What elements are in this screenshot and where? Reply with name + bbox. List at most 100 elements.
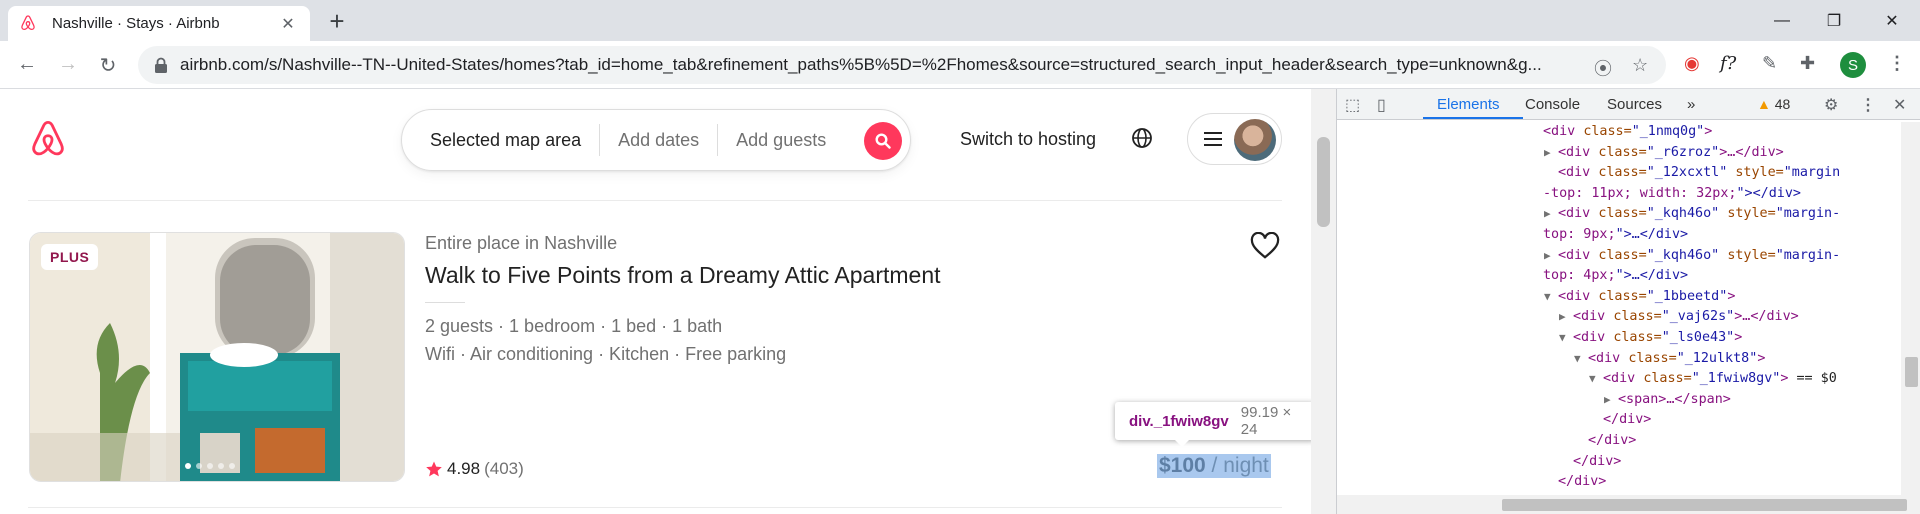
tab-close-icon[interactable]: ✕ [278, 14, 298, 34]
dom-node-text: <div class="_kqh46o" style="margin- [1558, 206, 1841, 222]
search-dates[interactable]: Add dates [600, 130, 717, 151]
dom-node-text: <div class="_1bbeetd"> [1558, 288, 1736, 304]
globe-icon[interactable] [1131, 127, 1153, 154]
search-location[interactable]: Selected map area [402, 130, 599, 151]
dom-node-text: <div class="_1nmq0g"> [1543, 124, 1713, 139]
extensions-puzzle-icon[interactable]: ✚ [1800, 53, 1815, 74]
listing-rating: 4.98 (403) [425, 459, 524, 479]
device-toolbar-icon[interactable]: ▯ [1377, 95, 1386, 115]
dom-node-text: </div> [1558, 474, 1607, 490]
listing-subtitle: Entire place in Nashville [425, 233, 618, 253]
expand-toggle-icon[interactable]: ▶ [1604, 390, 1611, 411]
bookmark-star-icon[interactable]: ☆ [1632, 55, 1648, 76]
dom-node-text: </div> [1603, 412, 1652, 428]
expand-toggle-icon[interactable]: ▼ [1574, 349, 1581, 370]
expand-toggle-icon[interactable]: ▶ [1544, 204, 1551, 225]
extension-color-icon[interactable]: ◉ [1684, 53, 1700, 74]
warning-count: 48 [1774, 96, 1791, 112]
expand-toggle-icon[interactable]: ▶ [1544, 246, 1551, 267]
page-scrollbar[interactable] [1311, 89, 1336, 514]
airbnb-favicon-icon [20, 15, 38, 33]
dom-node-text: <div class="_ls0e43"> [1573, 330, 1743, 345]
dom-node-text: </div> [1573, 453, 1622, 469]
airbnb-page: Selected map area Add dates Add guests S… [0, 89, 1315, 514]
dom-node-text: <div class="_1fwiw8gv"> == $0 [1603, 371, 1837, 387]
tooltip-tag: div._1fwiw8gv [1129, 412, 1229, 430]
inspect-element-icon[interactable]: ⬚ [1345, 95, 1360, 115]
divider [28, 507, 1282, 508]
plus-badge: PLUS [41, 244, 99, 270]
price: $100 / night [1157, 454, 1271, 478]
listing-title[interactable]: Walk to Five Points from a Dreamy Attic … [425, 262, 941, 289]
expand-toggle-icon[interactable]: ▼ [1544, 287, 1551, 308]
devtools-hscroll[interactable] [1337, 495, 1920, 514]
devtools-tabbar: ⬚ ▯ Elements Console Sources » ▲ 48 ⚙ ⋮ … [1337, 89, 1920, 120]
profile-avatar[interactable]: S [1840, 52, 1866, 78]
inspect-tooltip: div._1fwiw8gv 99.19 × 24 [1115, 402, 1315, 447]
dom-node-text: <span>…</span> [1618, 391, 1731, 407]
settings-gear-icon[interactable]: ⚙ [1824, 95, 1838, 115]
switch-to-hosting-link[interactable]: Switch to hosting [960, 129, 1096, 150]
airbnb-logo-icon[interactable] [28, 120, 68, 165]
warning-icon: ▲ [1757, 96, 1771, 112]
carousel-dots[interactable] [185, 463, 235, 469]
listing-photo[interactable]: PLUS [29, 232, 405, 482]
dom-node-text: top: 9px;">…</div> [1543, 227, 1689, 242]
more-tabs-icon[interactable]: » [1687, 96, 1695, 113]
tab-sources[interactable]: Sources [1607, 96, 1662, 113]
dom-node-text: <div class="_r6zroz">…</div> [1558, 144, 1784, 160]
devtools-menu-icon[interactable]: ⋮ [1860, 95, 1876, 115]
devtools-close-icon[interactable]: ✕ [1893, 95, 1906, 115]
browser-tab[interactable]: Nashville · Stays · Airbnb ✕ [8, 6, 310, 41]
lock-icon [155, 57, 167, 73]
dom-node-text: <div class="_12xcxtl" style="margin [1558, 165, 1841, 181]
listing-amenities: Wifi · Air conditioning · Kitchen · Free… [425, 344, 787, 364]
search-icon [875, 133, 891, 149]
restore-icon[interactable]: ❐ [1808, 0, 1860, 41]
expand-toggle-icon[interactable]: ▼ [1559, 328, 1566, 349]
menu-icon [1204, 132, 1222, 146]
star-icon [426, 461, 442, 477]
reload-icon[interactable]: ↻ [95, 53, 121, 78]
divider [425, 302, 465, 303]
chrome-menu-icon[interactable]: ⋮ [1888, 53, 1906, 74]
site-header: Selected map area Add dates Add guests S… [0, 89, 1315, 189]
tab-title: Nashville · Stays · Airbnb [52, 15, 220, 32]
user-menu-button[interactable] [1187, 113, 1282, 165]
rating-value: 4.98 [447, 459, 481, 478]
dom-tree[interactable]: <div class="_1nmq0g"> ▶ <div class="_r6zro… [1337, 122, 1920, 492]
save-heart-icon[interactable] [1250, 231, 1280, 265]
url-text: airbnb.com/s/Nashville--TN--United-State… [180, 55, 1542, 74]
active-tab-indicator [1423, 117, 1523, 119]
dom-node-text: </div> [1588, 433, 1637, 448]
dom-node-text: <div class="_kqh46o" style="margin- [1558, 247, 1841, 263]
review-count: (403) [484, 459, 524, 478]
dom-node-text: top: 4px;">…</div> [1543, 268, 1689, 284]
address-bar[interactable]: airbnb.com/s/Nashville--TN--United-State… [138, 46, 1666, 84]
devtools-panel: ⬚ ▯ Elements Console Sources » ▲ 48 ⚙ ⋮ … [1336, 89, 1920, 514]
tab-console[interactable]: Console [1525, 96, 1580, 113]
search-bar[interactable]: Selected map area Add dates Add guests [401, 109, 911, 171]
expand-toggle-icon[interactable]: ▶ [1559, 307, 1566, 328]
new-tab-button[interactable]: + [324, 8, 350, 34]
browser-toolbar: ← → ↻ airbnb.com/s/Nashville--TN--United… [0, 41, 1920, 89]
tab-elements[interactable]: Elements [1437, 96, 1500, 113]
tooltip-size: 99.19 × 24 [1240, 404, 1292, 438]
devtools-vscroll[interactable] [1901, 122, 1920, 495]
eyedropper-icon[interactable]: ✎ [1762, 53, 1777, 74]
listing-specs: 2 guests · 1 bedroom · 1 bed · 1 bath [425, 316, 723, 336]
back-icon[interactable]: ← [14, 53, 40, 76]
warnings-badge[interactable]: ▲ 48 [1757, 96, 1790, 112]
listing-image [30, 233, 404, 481]
minimize-icon[interactable]: — [1756, 0, 1808, 41]
search-button[interactable] [864, 122, 902, 160]
user-avatar [1234, 119, 1276, 161]
extension-f-icon[interactable]: f? [1720, 53, 1736, 74]
window-close-icon[interactable]: ✕ [1866, 0, 1918, 41]
location-icon[interactable]: ⦿ [1594, 55, 1612, 81]
price-amount: $100 [1159, 454, 1206, 477]
expand-toggle-icon[interactable]: ▼ [1589, 369, 1596, 390]
search-guests[interactable]: Add guests [718, 130, 844, 151]
expand-toggle-icon[interactable]: ▶ [1544, 143, 1551, 164]
forward-icon[interactable]: → [55, 53, 81, 76]
